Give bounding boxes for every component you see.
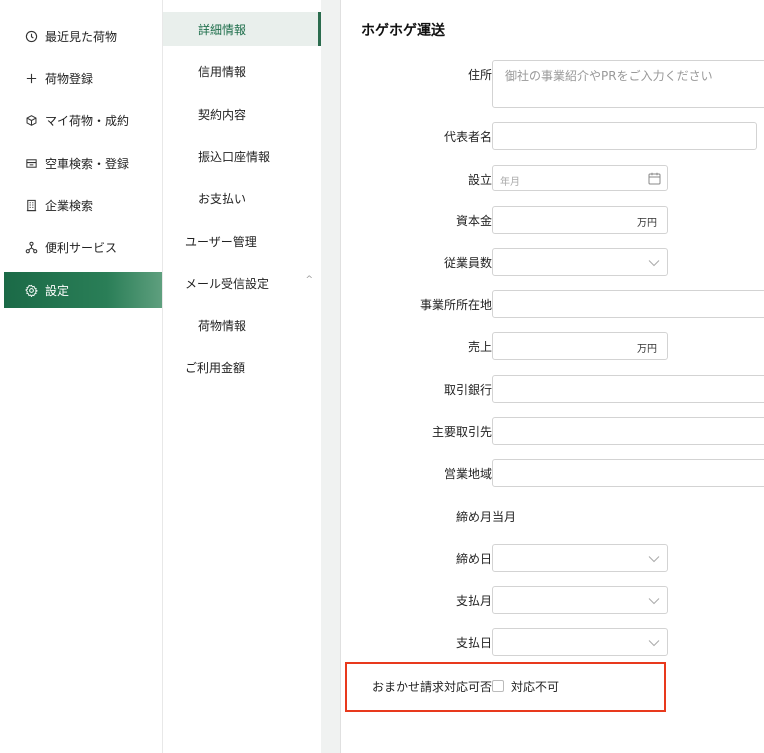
subnav-detail-info[interactable]: 詳細情報 [163, 12, 321, 46]
nav-recent-cargo[interactable]: 最近見た荷物 [4, 18, 162, 54]
subnav-payment[interactable]: お支払い [163, 181, 321, 215]
plus-icon [24, 71, 38, 85]
detail-panel: ホゲホゲ運送 住所 御社の事業紹介やPRをご入力ください 代表者名 設立 年月 … [340, 0, 764, 753]
settings-subnav: 詳細情報 信用情報 契約内容 振込口座情報 お支払い ユーザー管理 メール受信設… [163, 0, 321, 753]
page-title: ホゲホゲ運送 [361, 23, 445, 39]
established-label: 設立 [467, 172, 492, 187]
sales-label: 売上 [467, 339, 492, 354]
payment-month-select[interactable] [492, 586, 668, 614]
subnav-label: 契約内容 [198, 107, 247, 122]
omakase-checkbox[interactable] [492, 680, 504, 692]
capital-label: 資本金 [455, 213, 492, 228]
payment-day-select[interactable] [492, 628, 668, 656]
nav-company-search[interactable]: 企業検索 [4, 187, 162, 223]
closing-month-value: 当月 [492, 509, 517, 524]
office-label: 事業所所在地 [419, 297, 492, 312]
chevron-down-icon [648, 640, 660, 647]
clients-label: 主要取引先 [431, 424, 492, 439]
representative-label: 代表者名 [443, 129, 492, 144]
nav-vacant-truck[interactable]: 空車検索・登録 [4, 145, 162, 181]
network-icon [24, 240, 38, 254]
subnav-label: 信用情報 [198, 64, 247, 79]
closing-day-select[interactable] [492, 544, 668, 572]
nav-settings[interactable]: 設定 [4, 272, 162, 308]
chevron-down-icon [648, 598, 660, 605]
calendar-icon [648, 172, 661, 185]
payment-day-label: 支払日 [455, 635, 492, 650]
address-placeholder: 御社の事業紹介やPRをご入力ください [505, 69, 713, 83]
subnav-contract[interactable]: 契約内容 [163, 97, 321, 131]
established-datepicker[interactable]: 年月 [492, 165, 668, 191]
subnav-label: ユーザー管理 [185, 234, 257, 249]
subnav-label: メール受信設定 [185, 276, 270, 291]
sales-input[interactable]: 万円 [492, 332, 668, 360]
subnav-bank-account[interactable]: 振込口座情報 [163, 139, 321, 173]
chevron-down-icon [648, 556, 660, 563]
address-textarea[interactable]: 御社の事業紹介やPRをご入力ください [492, 60, 764, 108]
subnav-mail-settings[interactable]: メール受信設定 ^ [163, 266, 321, 300]
nav-label: マイ荷物・成約 [45, 113, 130, 128]
subnav-label: 振込口座情報 [198, 149, 271, 164]
chevron-up-icon: ^ [305, 275, 313, 285]
omakase-option-label: 対応不可 [511, 679, 560, 694]
subnav-label: 荷物情報 [198, 318, 247, 333]
clock-icon [24, 29, 38, 43]
sales-unit: 万円 [637, 344, 657, 355]
subnav-label: ご利用金額 [185, 360, 246, 375]
nav-register-cargo[interactable]: 荷物登録 [4, 60, 162, 96]
subnav-credit-info[interactable]: 信用情報 [163, 54, 321, 88]
payment-month-label: 支払月 [455, 593, 492, 608]
employees-select[interactable] [492, 248, 668, 276]
clients-input[interactable] [492, 417, 764, 445]
bank-label: 取引銀行 [443, 382, 492, 397]
nav-label: 設定 [45, 283, 70, 298]
capital-input[interactable]: 万円 [492, 206, 668, 234]
area-input[interactable] [492, 459, 764, 487]
building-icon [24, 198, 38, 212]
subnav-cargo-info[interactable]: 荷物情報 [163, 308, 321, 342]
nav-my-cargo[interactable]: マイ荷物・成約 [4, 102, 162, 138]
omakase-label: おまかせ請求対応可否 [371, 679, 492, 694]
office-input[interactable] [492, 290, 764, 318]
employees-label: 従業員数 [443, 255, 492, 270]
omakase-checkbox-option[interactable]: 対応不可 [492, 672, 559, 700]
subnav-usage-fee[interactable]: ご利用金額 [163, 350, 321, 384]
nav-label: 企業検索 [45, 198, 94, 213]
subnav-label: 詳細情報 [198, 22, 247, 37]
subnav-user-management[interactable]: ユーザー管理 [163, 224, 321, 258]
main-sidebar: 最近見た荷物 荷物登録 マイ荷物・成約 空車検索・登録 企業検索 便利サービス … [0, 0, 163, 753]
bank-input[interactable] [492, 375, 764, 403]
box-icon [24, 113, 38, 127]
established-placeholder: 年月 [500, 177, 520, 188]
nav-label: 空車検索・登録 [45, 156, 130, 171]
gear-icon [24, 283, 38, 297]
closing-day-label: 締め日 [455, 551, 492, 566]
nav-label: 便利サービス [45, 240, 118, 255]
chevron-down-icon [648, 260, 660, 267]
nav-label: 最近見た荷物 [45, 29, 118, 44]
capital-unit: 万円 [637, 218, 657, 229]
subnav-label: お支払い [198, 191, 247, 206]
nav-label: 荷物登録 [45, 71, 94, 86]
nav-services[interactable]: 便利サービス [4, 229, 162, 265]
truck-icon [24, 156, 38, 170]
closing-month-label: 締め月 [455, 509, 492, 524]
representative-input[interactable] [492, 122, 757, 150]
address-label: 住所 [467, 67, 492, 82]
area-label: 営業地域 [443, 466, 492, 481]
